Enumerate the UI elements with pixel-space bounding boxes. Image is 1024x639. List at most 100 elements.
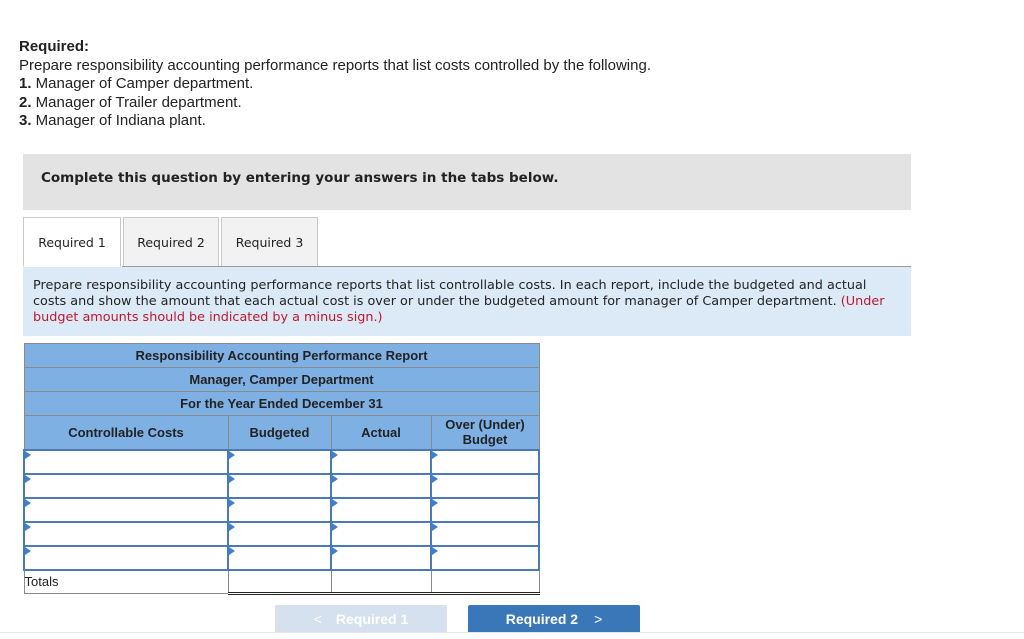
cost-name-cell[interactable] (23, 472, 229, 499)
chevron-right-icon: > (594, 610, 603, 627)
budgeted-cell[interactable] (227, 448, 332, 475)
dropdown-flag-icon (432, 450, 438, 459)
required-item-1: 1. Manager of Camper department. (19, 75, 651, 94)
prompt-box: Prepare responsibility accounting perfor… (23, 267, 911, 336)
table-row (23, 520, 540, 547)
report-period: For the Year Ended December 31 (23, 391, 540, 416)
previous-label: Required 1 (335, 610, 409, 627)
actual-input[interactable] (332, 450, 430, 473)
over-under-cell[interactable] (430, 520, 540, 547)
over-under-cell[interactable] (430, 544, 540, 571)
dropdown-flag-icon (25, 450, 31, 459)
actual-cell[interactable] (330, 544, 432, 571)
cost-name-input[interactable] (25, 546, 227, 569)
chevron-left-icon: < (313, 610, 322, 627)
over-under-cell[interactable] (430, 496, 540, 523)
dropdown-flag-icon (229, 522, 235, 531)
table-row (23, 472, 540, 499)
over-under-input[interactable] (432, 546, 538, 569)
over-under-input[interactable] (432, 450, 538, 473)
budgeted-input[interactable] (229, 474, 330, 497)
cost-name-cell[interactable] (23, 520, 229, 547)
report-title: Responsibility Accounting Performance Re… (23, 343, 540, 368)
item-number: 3. (19, 112, 32, 129)
budgeted-input[interactable] (229, 522, 330, 545)
column-header-controllable-costs: Controllable Costs (23, 415, 229, 450)
actual-cell[interactable] (330, 448, 432, 475)
item-text: Manager of Camper department. (31, 75, 254, 92)
over-under-input[interactable] (432, 498, 538, 521)
table-row (23, 448, 540, 475)
dropdown-flag-icon (229, 474, 235, 483)
actual-input[interactable] (332, 474, 430, 497)
totals-row: Totals (23, 569, 540, 595)
budgeted-cell[interactable] (227, 472, 332, 499)
cost-name-cell[interactable] (23, 544, 229, 571)
total-actual (330, 569, 432, 595)
over-under-input[interactable] (432, 474, 538, 497)
performance-report-table: Responsibility Accounting Performance Re… (23, 343, 540, 595)
required-heading: Required: (19, 38, 90, 55)
actual-input[interactable] (332, 498, 430, 521)
dropdown-flag-icon (25, 522, 31, 531)
tab-required-2[interactable]: Required 2 (123, 217, 219, 267)
cost-name-cell[interactable] (23, 448, 229, 475)
item-number: 1. (19, 75, 32, 92)
column-header-budgeted: Budgeted (227, 415, 332, 450)
column-header-actual: Actual (330, 415, 432, 450)
next-required-button[interactable]: Required 2 > (468, 605, 640, 632)
cost-name-input[interactable] (25, 522, 227, 545)
tab-required-3[interactable]: Required 3 (221, 217, 318, 267)
cost-name-input[interactable] (25, 474, 227, 497)
footer-divider (0, 632, 1024, 633)
instruction-text: Complete this question by entering your … (41, 170, 559, 186)
dropdown-flag-icon (332, 450, 338, 459)
column-header-over-under-budget: Over (Under) Budget (430, 415, 540, 450)
required-item-3: 3. Manager of Indiana plant. (19, 112, 651, 131)
dropdown-flag-icon (432, 498, 438, 507)
instruction-bar: Complete this question by entering your … (23, 154, 911, 210)
cost-name-input[interactable] (25, 450, 227, 473)
item-text: Manager of Indiana plant. (31, 112, 206, 129)
dropdown-flag-icon (432, 546, 438, 555)
table-row (23, 496, 540, 523)
next-label: Required 2 (505, 610, 579, 627)
total-over-under (430, 569, 540, 595)
required-intro: Prepare responsibility accounting perfor… (19, 56, 651, 74)
cost-name-cell[interactable] (23, 496, 229, 523)
dropdown-flag-icon (25, 498, 31, 507)
dropdown-flag-icon (432, 522, 438, 531)
budgeted-cell[interactable] (227, 520, 332, 547)
dropdown-flag-icon (25, 546, 31, 555)
tab-required-1[interactable]: Required 1 (23, 217, 121, 267)
actual-input[interactable] (332, 546, 430, 569)
dropdown-flag-icon (332, 522, 338, 531)
budgeted-input[interactable] (229, 498, 330, 521)
over-under-cell[interactable] (430, 472, 540, 499)
required-block: Required: Prepare responsibility account… (19, 38, 651, 131)
dropdown-flag-icon (332, 546, 338, 555)
actual-cell[interactable] (330, 520, 432, 547)
actual-input[interactable] (332, 522, 430, 545)
report-subtitle: Manager, Camper Department (23, 367, 540, 392)
dropdown-flag-icon (25, 474, 31, 483)
budgeted-cell[interactable] (227, 496, 332, 523)
item-text: Manager of Trailer department. (31, 93, 242, 111)
actual-cell[interactable] (330, 472, 432, 499)
actual-cell[interactable] (330, 496, 432, 523)
budgeted-cell[interactable] (227, 544, 332, 571)
prompt-text: Prepare responsibility accounting perfor… (33, 278, 867, 309)
cost-name-input[interactable] (25, 498, 227, 521)
dropdown-flag-icon (229, 498, 235, 507)
dropdown-flag-icon (229, 546, 235, 555)
dropdown-flag-icon (229, 450, 235, 459)
previous-required-button: < Required 1 (275, 605, 447, 632)
totals-label: Totals (23, 569, 229, 594)
over-under-cell[interactable] (430, 448, 540, 475)
required-item-2: 2. Manager of Trailer department. (19, 94, 651, 113)
item-number: 2. (19, 93, 32, 111)
over-under-input[interactable] (432, 522, 538, 545)
budgeted-input[interactable] (229, 450, 330, 473)
budgeted-input[interactable] (229, 546, 330, 569)
table-row (23, 544, 540, 571)
